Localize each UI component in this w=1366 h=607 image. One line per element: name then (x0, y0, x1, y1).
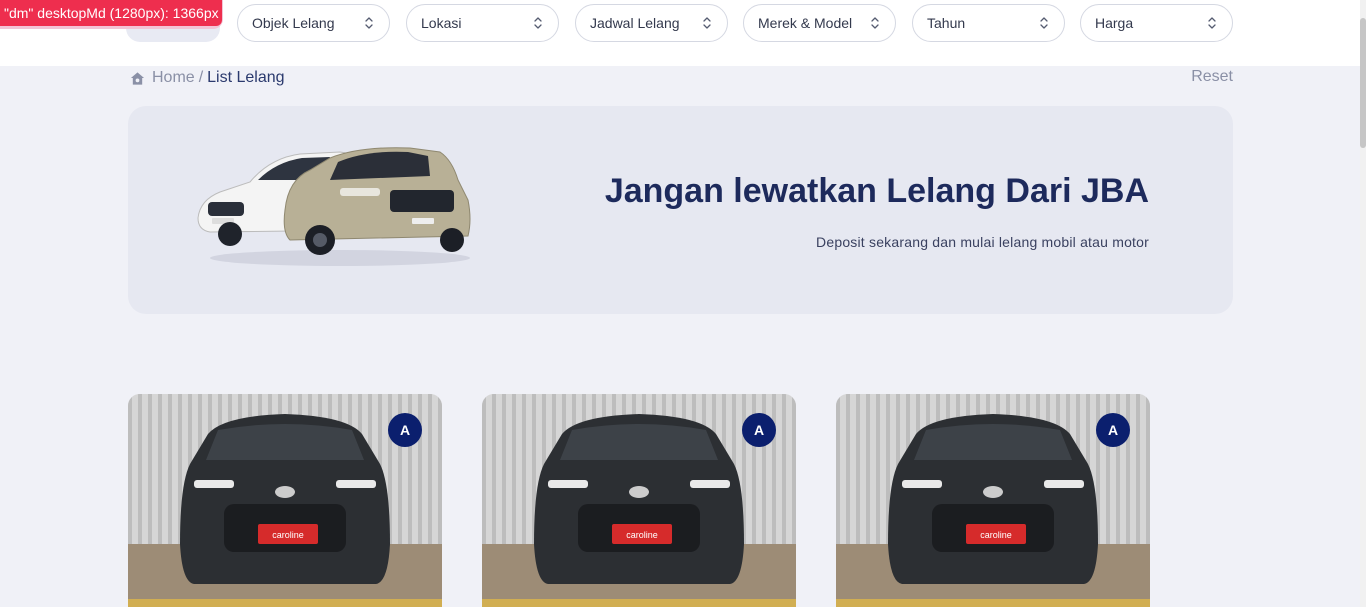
promo-banner: Jangan lewatkan Lelang Dari JBA Deposit … (128, 106, 1233, 314)
plate-text: caroline (272, 530, 304, 540)
breadcrumb: Home / List Lelang (130, 68, 285, 88)
filter-label: Merek & Model (758, 15, 853, 31)
plate-text: caroline (980, 530, 1012, 540)
filter-label: Jadwal Lelang (590, 15, 680, 31)
grade-badge: A (1096, 413, 1130, 447)
banner-cars-image (197, 147, 471, 266)
grade-badge: A (388, 413, 422, 447)
filter-harga[interactable]: Harga (1080, 4, 1233, 42)
auction-card[interactable]: caroline A (482, 394, 796, 607)
auction-card[interactable]: caroline A (836, 394, 1150, 607)
plate-text: caroline (626, 530, 658, 540)
breadcrumb-home-link[interactable]: Home (152, 69, 195, 87)
chevron-up-down-icon (703, 17, 711, 29)
filter-merek-model[interactable]: Merek & Model (743, 4, 896, 42)
auction-card[interactable]: caroline A (128, 394, 442, 607)
chevron-up-down-icon (1208, 17, 1216, 29)
filter-tahun[interactable]: Tahun (912, 4, 1065, 42)
scrollbar-thumb[interactable] (1360, 18, 1366, 148)
filter-jadwal-lelang[interactable]: Jadwal Lelang (575, 4, 728, 42)
reset-button[interactable]: Reset (1191, 68, 1233, 86)
banner-title: Jangan lewatkan Lelang Dari JBA (604, 172, 1149, 210)
filter-label: Harga (1095, 15, 1134, 31)
chevron-up-down-icon (1040, 17, 1048, 29)
debug-breakpoint-label: "dm" desktopMd (1280px): 1366px (0, 0, 222, 26)
filter-label: Tahun (927, 15, 966, 31)
grade-badge: A (742, 413, 776, 447)
banner-subtitle: Deposit sekarang dan mulai lelang mobil … (816, 234, 1149, 250)
filter-lokasi[interactable]: Lokasi (406, 4, 559, 42)
breadcrumb-separator: / (198, 69, 204, 86)
chevron-up-down-icon (871, 17, 879, 29)
filter-label: Lokasi (421, 15, 462, 31)
filter-bar: "dm" desktopMd (1280px): 1366px Objek Le… (0, 0, 1366, 66)
filter-label: Objek Lelang (252, 15, 335, 31)
chevron-up-down-icon (534, 17, 542, 29)
filter-objek-lelang[interactable]: Objek Lelang (237, 4, 390, 42)
home-icon (130, 71, 145, 85)
chevron-up-down-icon (365, 17, 373, 29)
page-scrollbar[interactable] (1360, 0, 1366, 607)
breadcrumb-current: List Lelang (207, 69, 285, 86)
